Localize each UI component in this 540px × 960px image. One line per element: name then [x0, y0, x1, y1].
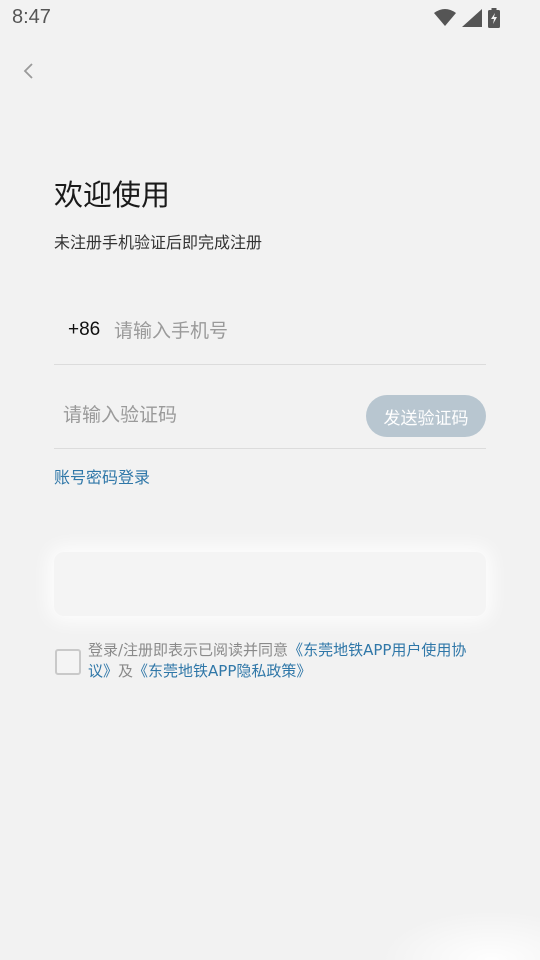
agreement-conjunction: 及 — [118, 662, 134, 680]
status-icons — [434, 8, 500, 32]
chevron-left-icon — [22, 61, 36, 85]
privacy-policy-link[interactable]: 《东莞地铁APP隐私政策》 — [133, 662, 311, 680]
page-title: 欢迎使用 — [54, 178, 171, 212]
agreement-checkbox[interactable] — [55, 649, 81, 675]
battery-charging-icon — [488, 8, 500, 32]
login-button[interactable] — [54, 552, 486, 616]
wifi-icon — [434, 9, 456, 31]
agreement-text: 登录/注册即表示已阅读并同意《东莞地铁APP用户使用协议》及《东莞地铁APP隐私… — [88, 640, 486, 682]
bottom-glow — [380, 910, 540, 960]
phone-row: +86 — [54, 300, 486, 365]
country-code[interactable]: +86 — [68, 319, 100, 341]
status-bar: 8:47 — [0, 0, 540, 36]
send-code-button[interactable]: 发送验证码 — [366, 395, 486, 437]
page-subtitle: 未注册手机验证后即完成注册 — [54, 233, 263, 252]
verification-code-input[interactable] — [63, 396, 353, 434]
back-button[interactable] — [14, 58, 44, 88]
account-password-login-link[interactable]: 账号密码登录 — [54, 464, 150, 488]
phone-input[interactable] — [114, 312, 474, 350]
code-row: 发送验证码 — [54, 384, 486, 449]
agreement-prefix: 登录/注册即表示已阅读并同意 — [88, 641, 289, 659]
status-time: 8:47 — [12, 6, 51, 28]
cellular-signal-icon — [462, 9, 482, 31]
